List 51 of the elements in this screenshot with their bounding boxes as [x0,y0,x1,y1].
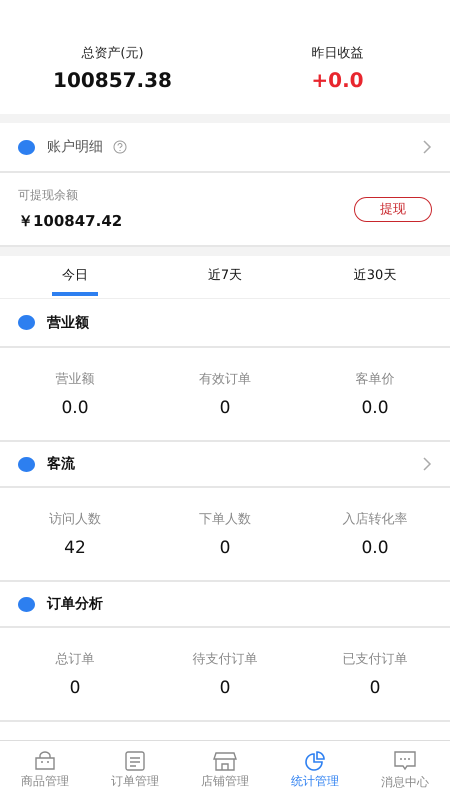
tab-bar-item[interactable]: 商品管理 [0,741,90,800]
chevron-right-icon[interactable] [422,456,432,472]
summary-value: +0.0 [311,68,364,92]
tab-bar-item[interactable]: 店铺管理 [180,741,270,800]
stat-label: 入店转化率 [342,511,408,528]
stat-value: 42 [64,538,86,558]
document-icon [124,751,146,771]
section-title: 订单分析 [47,595,103,613]
summary-value: 100857.38 [53,68,172,92]
stat-label: 访问人数 [49,511,101,528]
section-header[interactable]: 客流 [0,442,450,488]
period-tab[interactable]: 近7天 [202,266,248,296]
chevron-right-icon[interactable] [422,139,432,155]
summary-label: 昨日收益 [312,45,364,62]
stat-value: 0 [220,398,230,418]
balance-label: 可提现余额 [18,187,79,204]
stat-label: 已支付订单 [342,651,408,668]
dot-icon [18,315,35,330]
stat-value: 0 [220,538,230,558]
stat-value: 0 [220,678,230,698]
section-title: 营业额 [47,314,89,332]
dot-icon [18,456,35,472]
pie-chart-icon [304,751,326,771]
store-icon [213,751,237,771]
withdraw-button[interactable]: 提现 [354,196,432,222]
stat-label: 下单人数 [199,511,251,528]
stat-label: 客单价 [356,371,394,388]
stat-label: 营业额 [56,371,94,388]
stat-label: 总订单 [56,651,94,668]
account-row[interactable]: 账户明细 [0,123,450,173]
message-icon [393,750,417,772]
tab-bar-item[interactable]: 订单管理 [90,741,180,800]
period-tab[interactable]: 今日 [52,266,98,296]
basket-icon [34,751,56,771]
stat-value: 0 [70,678,80,698]
stat-value: 0.0 [361,398,389,418]
dot-icon [18,140,35,154]
account-title: 账户明细 [47,138,103,156]
tab-bar-item[interactable]: 消息中心 [360,741,450,800]
stat-label: 有效订单 [199,371,251,388]
summary-label: 总资产(元) [81,45,144,62]
help-icon[interactable] [113,140,127,154]
dot-icon [18,596,35,612]
stat-label: 待支付订单 [192,651,258,668]
balance-value: ￥100847.42 [18,212,124,231]
period-tab[interactable]: 近30天 [352,266,398,296]
stat-value: 0 [370,678,380,698]
section-title: 客流 [47,455,75,473]
tab-bar-item[interactable]: 统计管理 [270,741,360,800]
stat-value: 0.0 [361,538,389,558]
stat-value: 0.0 [61,398,89,418]
